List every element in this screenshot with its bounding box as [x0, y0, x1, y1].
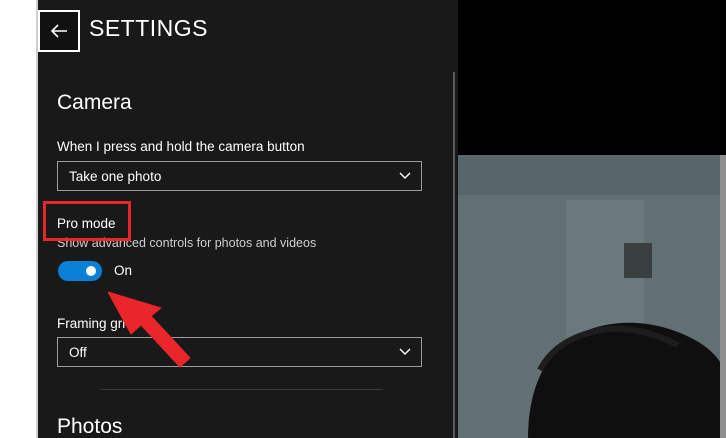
- hold-camera-button-dropdown[interactable]: Take one photo: [57, 161, 422, 191]
- red-arrow-annotation: [108, 291, 191, 368]
- camera-scrollbar[interactable]: [720, 155, 726, 438]
- framing-grid-value: Off: [69, 344, 87, 360]
- chevron-down-icon: [399, 348, 411, 355]
- hold-camera-button-label: When I press and hold the camera button: [57, 139, 305, 154]
- back-button[interactable]: [38, 10, 80, 52]
- page-title: SETTINGS: [89, 15, 209, 41]
- pro-mode-toggle-state: On: [114, 263, 133, 278]
- section-divider: [100, 389, 383, 390]
- back-arrow-icon: [50, 24, 67, 38]
- settings-scrollbar[interactable]: [453, 72, 455, 438]
- pro-mode-toggle[interactable]: [58, 261, 102, 281]
- background-window-strip: [0, 0, 38, 438]
- pro-mode-highlight-annotation: [43, 201, 131, 241]
- camera-black-area: [458, 0, 726, 155]
- photos-section-title: Photos: [57, 415, 123, 438]
- camera-preview: [458, 155, 726, 438]
- camera-section-title: Camera: [57, 91, 132, 114]
- chevron-down-icon: [399, 172, 411, 179]
- hold-camera-button-value: Take one photo: [69, 168, 162, 184]
- camera-scene-image: [458, 155, 726, 438]
